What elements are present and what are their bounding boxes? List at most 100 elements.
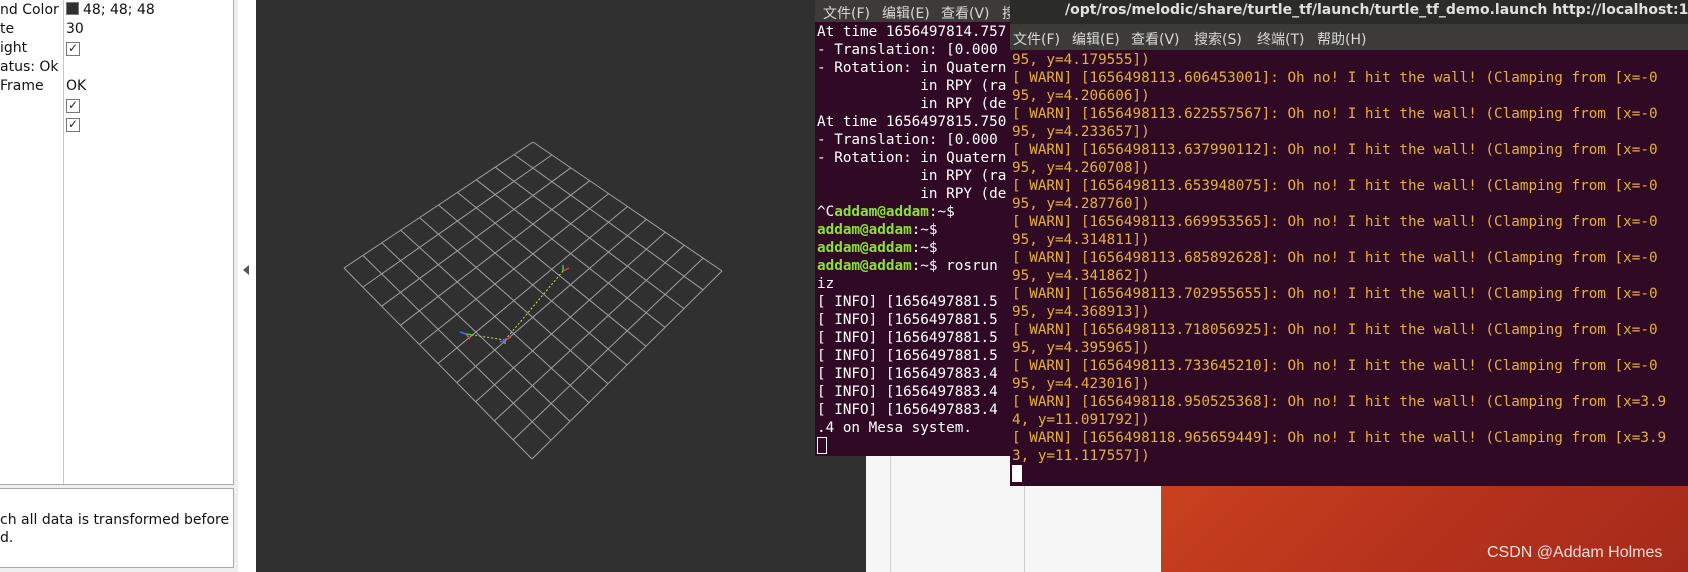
terminal-line: [ WARN] [1656498118.965659449]: Oh no! I…	[1012, 430, 1667, 446]
terminal-line: .4 on Mesa system.	[817, 420, 972, 436]
checkmark-icon: ✓	[68, 117, 79, 131]
terminal-line: 95, y=4.233657])	[1012, 124, 1150, 140]
property-help-box: ch all data is transformed before d.	[0, 488, 234, 568]
property-row[interactable]: atus: Ok	[0, 59, 233, 78]
terminal-line: [ WARN] [1656498113.653948075]: Oh no! I…	[1012, 178, 1658, 194]
terminal-line: [ WARN] [1656498113.606453001]: Oh no! I…	[1012, 70, 1658, 86]
tf-frame-icon	[499, 336, 512, 344]
property-checkbox[interactable]: ✓	[66, 41, 80, 56]
terminal-line: - Rotation: in Quatern	[817, 60, 1007, 76]
grid-line	[456, 219, 647, 383]
terminal-line: At time 1656497815.750	[817, 114, 1007, 130]
terminal-line: 95, y=4.206606])	[1012, 88, 1150, 104]
property-row[interactable]: ight ✓	[0, 40, 233, 59]
terminal-line: 95, y=4.368913])	[1012, 304, 1150, 320]
grid-line	[419, 217, 609, 385]
terminal-line	[817, 437, 1006, 455]
grid-line	[438, 204, 628, 366]
grid-line	[475, 231, 666, 403]
terminal-window-tf-echo[interactable]: 文件(F) 编辑(E) 查看(V) 搜 At time 1656497814.7…	[815, 0, 1010, 456]
terminal-line: - Translation: [0.000	[817, 132, 998, 148]
terminal-line: ^Caddam@addam:~$	[817, 204, 964, 220]
terminal-line: in RPY (de	[817, 96, 1007, 112]
terminal-line: addam@addam:~$	[817, 222, 947, 238]
menu-edit[interactable]: 编辑(E)	[882, 3, 930, 23]
terminal-line: iz	[817, 276, 835, 292]
help-text: ch all data is transformed before d.	[0, 512, 230, 546]
grid-display	[343, 141, 723, 460]
window-title: /opt/ros/melodic/share/turtle_tf/launch/…	[1065, 2, 1688, 18]
property-name: Frame	[0, 78, 44, 94]
grid-line	[531, 270, 723, 460]
terminal-line: [ INFO] [1656497881.5	[817, 348, 998, 364]
terminal-line: [ INFO] [1656497883.4	[817, 402, 998, 418]
menu-search[interactable]: 搜	[1002, 3, 1010, 23]
menu-terminal[interactable]: 终端(T)	[1257, 29, 1304, 49]
window-titlebar[interactable]: /opt/ros/melodic/share/turtle_tf/launch/…	[1010, 0, 1688, 24]
menu-help[interactable]: 帮助(H)	[1317, 29, 1366, 49]
terminal-line: 95, y=4.341862])	[1012, 268, 1150, 284]
menu-view[interactable]: 查看(V)	[941, 3, 990, 23]
terminal-line: [ WARN] [1656498113.622557567]: Oh no! I…	[1012, 106, 1658, 122]
terminal-line: [ WARN] [1656498118.950525368]: Oh no! I…	[1012, 394, 1667, 410]
property-name: atus: Ok	[0, 59, 59, 75]
terminal-line: addam@addam:~$	[817, 240, 947, 256]
terminal-line: 95, y=4.260708])	[1012, 160, 1150, 176]
terminal-line: [ WARN] [1656498113.637990112]: Oh no! I…	[1012, 142, 1658, 158]
grid-line	[512, 257, 704, 441]
terminal-line: 4, y=11.091792])	[1012, 412, 1150, 428]
menu-file[interactable]: 文件(F)	[823, 3, 870, 23]
property-value-text: 48; 48; 48	[83, 2, 155, 18]
terminal-line: [ WARN] [1656498113.685892628]: Oh no! I…	[1012, 250, 1658, 266]
terminal-output[interactable]: 95, y=4.179555]) [ WARN] [1656498113.6064…	[1012, 51, 1666, 483]
terminal-line: At time 1656497814.757	[817, 24, 1007, 40]
property-tree[interactable]: nd Color 48; 48; 48 te 30 ight ✓ atus: Ok Frame…	[0, 0, 234, 485]
checkmark-icon: ✓	[68, 41, 79, 55]
property-row[interactable]: nd Color 48; 48; 48	[0, 2, 233, 21]
terminal-line: in RPY (ra	[817, 78, 1007, 94]
menu-view[interactable]: 查看(V)	[1131, 29, 1180, 49]
property-row[interactable]: Frame OK	[0, 78, 233, 97]
property-checkbox[interactable]: ✓	[66, 98, 80, 113]
menu-edit[interactable]: 编辑(E)	[1072, 29, 1120, 49]
terminal-line: [ INFO] [1656497881.5	[817, 312, 998, 328]
terminal-line: [ INFO] [1656497881.5	[817, 294, 998, 310]
tf-link-line	[504, 270, 564, 341]
menu-file[interactable]: 文件(F)	[1013, 29, 1060, 49]
text-cursor	[817, 437, 827, 454]
menu-search[interactable]: 搜索(S)	[1194, 29, 1242, 49]
terminal-window-launch[interactable]: /opt/ros/melodic/share/turtle_tf/launch/…	[1010, 0, 1688, 486]
property-checkbox[interactable]: ✓	[66, 117, 80, 132]
checkmark-icon: ✓	[68, 98, 79, 112]
terminal-line: addam@addam:~$ rosrun	[817, 258, 1007, 274]
property-name: te	[0, 21, 15, 37]
property-row[interactable]: te 30	[0, 21, 233, 40]
grid-line	[381, 242, 571, 422]
terminal-line: 95, y=4.395965])	[1012, 340, 1150, 356]
collapse-arrow-icon[interactable]	[243, 265, 249, 275]
rviz-3d-view[interactable]	[256, 0, 866, 572]
color-swatch	[66, 2, 79, 15]
terminal-line: [ INFO] [1656497883.4	[817, 384, 998, 400]
tf-frame-icon	[459, 331, 473, 340]
terminal-line: 95, y=4.314811])	[1012, 232, 1150, 248]
property-name: ight	[0, 40, 28, 56]
property-value[interactable]: 30	[66, 21, 84, 37]
terminal-line	[1012, 465, 1666, 483]
terminal-line: [ WARN] [1656498113.669953565]: Oh no! I…	[1012, 214, 1658, 230]
terminal-output[interactable]: At time 1656497814.757 - Translation: [0.…	[817, 23, 1006, 455]
property-row[interactable]: ✓	[0, 97, 233, 116]
rviz-properties-panel: nd Color 48; 48; 48 te 30 ight ✓ atus: Ok Frame…	[0, 0, 249, 572]
grid-line	[362, 255, 552, 441]
terminal-line: [ WARN] [1656498113.702955655]: Oh no! I…	[1012, 286, 1658, 302]
property-value[interactable]: OK	[66, 78, 86, 94]
terminal-line: 95, y=4.423016])	[1012, 376, 1150, 392]
terminal-line: 95, y=4.287760])	[1012, 196, 1150, 212]
property-row[interactable]: ✓	[0, 116, 233, 135]
property-value[interactable]: 48; 48; 48	[66, 2, 155, 18]
grid-line	[400, 229, 590, 403]
prompt-user: addam@addam	[834, 204, 929, 220]
tf-frame-icon	[562, 265, 570, 272]
terminal-menubar: 文件(F) 编辑(E) 查看(V) 搜	[815, 0, 1010, 22]
watermark: CSDN @Addam Holmes	[1487, 544, 1663, 561]
